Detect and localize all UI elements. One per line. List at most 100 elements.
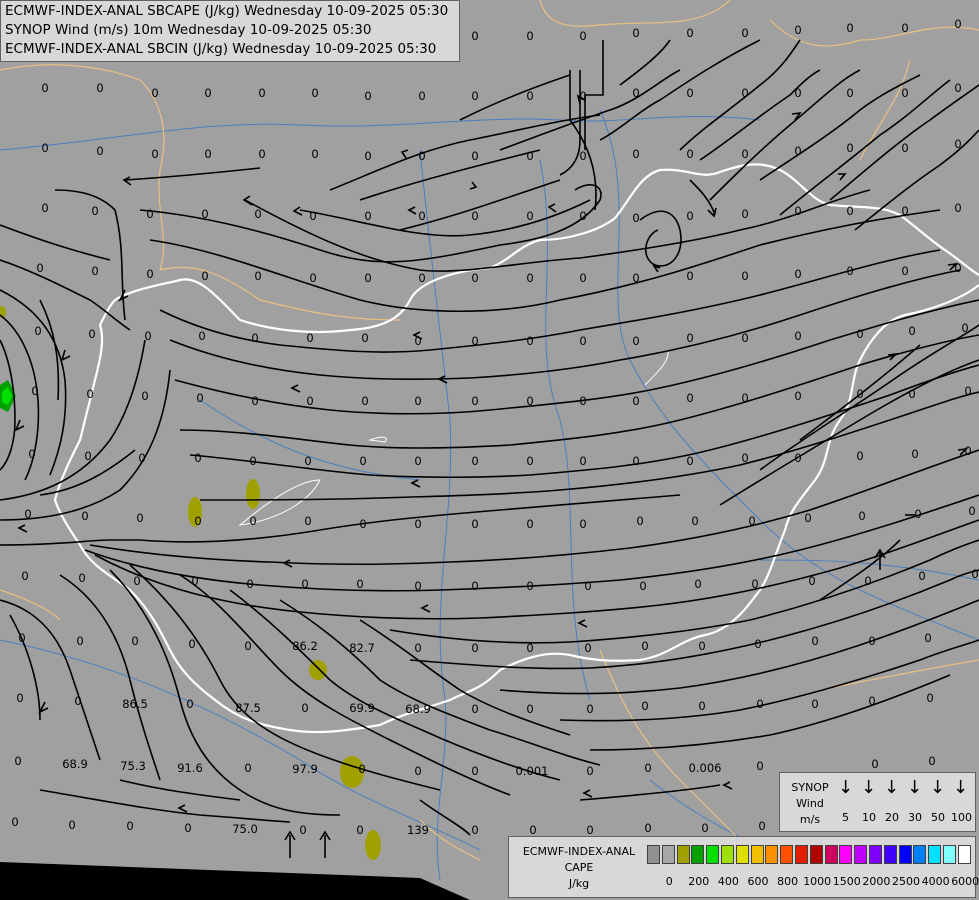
cin-value-label: 0 — [471, 764, 478, 778]
cin-value-label: 0 — [301, 701, 308, 715]
cin-value-label: 0 — [918, 569, 925, 583]
cin-value-label: 0 — [14, 754, 21, 768]
cin-value-label: 0 — [686, 86, 693, 100]
cin-value-label: 0 — [756, 697, 763, 711]
cin-value-label: 75.3 — [120, 759, 146, 773]
cin-value-label: 0 — [741, 147, 748, 161]
cin-value-label: 0 — [364, 271, 371, 285]
cin-value-label: 0 — [856, 327, 863, 341]
cin-value-label: 0 — [418, 89, 425, 103]
cin-value-label: 0 — [414, 394, 421, 408]
cin-value-label: 0 — [249, 514, 256, 528]
cin-value-label: 86.5 — [122, 697, 148, 711]
cin-value-label: 0 — [471, 29, 478, 43]
cin-value-label: 0 — [361, 394, 368, 408]
cin-value-label: 0 — [632, 86, 639, 100]
cape-legend: ECMWF-INDEX-ANAL CAPE J/kg 0 200 400 600 800… — [508, 836, 979, 898]
cin-value-label: 0 — [579, 209, 586, 223]
cin-value-label: 0 — [471, 517, 478, 531]
cin-value-label: 0 — [34, 324, 41, 338]
cape-legend-tick: 2500 — [892, 875, 920, 888]
cape-color-swatch — [691, 845, 705, 864]
cin-value-label: 0 — [741, 207, 748, 221]
cin-value-label: 0 — [471, 702, 478, 716]
cin-value-label: 0 — [418, 149, 425, 163]
cin-value-label: 0 — [901, 264, 908, 278]
cin-value-label: 0 — [21, 569, 28, 583]
cin-value-label: 0 — [926, 691, 933, 705]
cin-value-label: 0 — [359, 454, 366, 468]
cin-value-label: 0 — [204, 147, 211, 161]
cin-value-label: 0 — [471, 394, 478, 408]
cin-value-label: 0 — [418, 209, 425, 223]
cin-value-label: 0 — [901, 141, 908, 155]
cin-value-label: 0 — [908, 324, 915, 338]
cin-value-label: 0 — [526, 579, 533, 593]
cin-value-label: 0 — [201, 269, 208, 283]
cin-value-label: 0 — [579, 334, 586, 348]
cin-value-label: 0 — [414, 641, 421, 655]
cin-value-label: 0 — [584, 579, 591, 593]
cin-value-label: 0 — [146, 207, 153, 221]
cin-value-label: 0 — [741, 269, 748, 283]
cin-value-label: 0 — [246, 577, 253, 591]
cin-value-label: 91.6 — [177, 761, 203, 775]
cin-value-label: 0 — [579, 89, 586, 103]
cape-color-swatch — [943, 845, 956, 864]
cin-value-label: 0 — [41, 141, 48, 155]
cin-value-label: 0 — [249, 454, 256, 468]
wind-legend-value: 30 — [908, 811, 922, 824]
cin-value-label: 86.2 — [292, 639, 318, 653]
cin-value-label: 0 — [194, 514, 201, 528]
wind-legend-title-1: SYNOP — [791, 781, 829, 794]
cin-value-label: 0 — [756, 759, 763, 773]
cape-color-swatch — [706, 845, 720, 864]
cin-value-label: 0 — [311, 147, 318, 161]
cin-value-label: 0 — [644, 821, 651, 835]
cin-value-label: 0 — [74, 694, 81, 708]
cin-value-label: 0 — [11, 815, 18, 829]
cin-value-label: 0 — [146, 267, 153, 281]
cin-value-label: 0 — [471, 149, 478, 163]
cin-value-label: 0 — [309, 271, 316, 285]
cin-value-label: 0 — [686, 26, 693, 40]
cin-value-label: 0 — [358, 762, 365, 776]
cin-value-label: 0 — [856, 387, 863, 401]
cin-value-label: 0 — [694, 577, 701, 591]
cin-value-label: 0 — [586, 823, 593, 837]
cin-value-label: 0 — [954, 201, 961, 215]
cin-value-label: 0 — [526, 149, 533, 163]
cin-value-label: 0 — [868, 634, 875, 648]
cin-value-label: 0 — [811, 697, 818, 711]
cin-value-label: 0 — [579, 454, 586, 468]
cin-value-label: 0 — [133, 574, 140, 588]
cin-value-label: 0 — [794, 86, 801, 100]
cin-value-label: 0 — [954, 17, 961, 31]
wind-legend-title-2: Wind — [796, 797, 824, 810]
cin-value-label: 0 — [304, 454, 311, 468]
cape-legend-tick: 1500 — [832, 875, 861, 888]
cin-value-label: 0 — [586, 702, 593, 716]
cin-value-label: 0 — [686, 269, 693, 283]
cin-value-label: 0 — [258, 86, 265, 100]
cin-value-label: 0 — [924, 631, 931, 645]
cin-value-label: 0 — [804, 511, 811, 525]
cin-value-label: 0 — [526, 702, 533, 716]
cin-value-label: 0 — [254, 269, 261, 283]
cape-color-swatch — [750, 845, 764, 864]
cin-value-label: 0 — [41, 201, 48, 215]
cin-value-label: 0 — [526, 209, 533, 223]
cin-value-label: 0 — [414, 517, 421, 531]
cin-value-label: 0 — [632, 334, 639, 348]
cin-value-label: 0 — [579, 517, 586, 531]
cin-value-label: 0 — [901, 86, 908, 100]
cin-value-label: 0 — [526, 454, 533, 468]
cape-color-swatch — [765, 845, 779, 864]
cin-value-label: 0 — [254, 207, 261, 221]
cin-value-label: 0 — [251, 331, 258, 345]
title-line-cape: ECMWF-INDEX-ANAL SBCAPE (J/kg) Wednesday… — [5, 3, 449, 19]
cin-value-label: 139 — [407, 823, 429, 837]
cin-value-label: 0 — [644, 761, 651, 775]
cin-value-label: 0 — [686, 391, 693, 405]
cin-value-label: 0 — [131, 634, 138, 648]
